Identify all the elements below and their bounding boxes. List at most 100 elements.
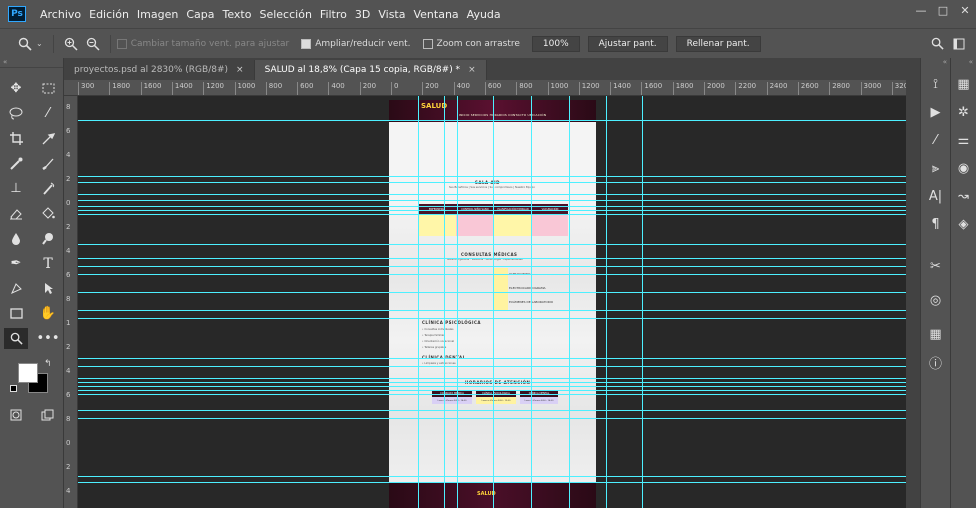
paragraph-panel-icon[interactable]: ¶ — [921, 210, 950, 238]
blur-tool-icon[interactable] — [0, 226, 32, 251]
horizontal-guide[interactable] — [78, 244, 906, 245]
swatches-icon[interactable]: ▦ — [951, 70, 976, 98]
rectangle-tool-icon[interactable] — [0, 301, 32, 326]
menu-edicion[interactable]: Edición — [89, 8, 129, 21]
libraries-icon[interactable]: ◎ — [921, 286, 950, 314]
search-icon[interactable] — [926, 33, 948, 55]
resize-windows-checkbox[interactable] — [116, 38, 127, 49]
swap-colors-icon[interactable]: ↰ — [44, 359, 52, 369]
zoom-all-checkbox[interactable] — [301, 38, 312, 49]
vertical-guide[interactable] — [457, 96, 458, 508]
clone-stamp-tool-icon[interactable]: ⊥ — [0, 176, 32, 201]
close-tab-icon[interactable]: × — [468, 65, 476, 75]
horizontal-guide[interactable] — [78, 206, 906, 207]
horizontal-guide[interactable] — [78, 176, 906, 177]
close-button[interactable]: ✕ — [954, 0, 976, 20]
close-tab-icon[interactable]: × — [236, 65, 244, 75]
horizontal-guide[interactable] — [78, 390, 906, 391]
styles-icon[interactable]: ✲ — [951, 98, 976, 126]
info-icon[interactable]: ⓘ — [921, 348, 950, 376]
brush-settings-icon[interactable]: ⁄ — [921, 126, 950, 154]
horizontal-guide[interactable] — [78, 210, 906, 211]
horizontal-guide[interactable] — [78, 410, 906, 411]
screen-mode-icon[interactable] — [32, 405, 64, 425]
fill-screen-button[interactable]: Rellenar pant. — [675, 35, 761, 52]
horizontal-guide[interactable] — [78, 318, 906, 319]
menu-vista[interactable]: Vista — [378, 8, 405, 21]
horizontal-ruler[interactable]: 300 1800 1600 1400 1200 1000 800 600 400 200 0 200 4… — [64, 80, 906, 96]
zoom-tool-icon[interactable] — [4, 328, 28, 349]
foreground-color-swatch[interactable] — [18, 363, 38, 383]
zoom-in-icon[interactable] — [60, 33, 82, 55]
horizontal-guide[interactable] — [78, 366, 906, 367]
horizontal-guide[interactable] — [78, 358, 906, 359]
menu-seleccion[interactable]: Selección — [259, 8, 311, 21]
quick-selection-tool-icon[interactable]: ⁄ — [32, 101, 64, 126]
horizontal-guide[interactable] — [78, 382, 906, 383]
zoom-100-button[interactable]: 100% — [531, 35, 580, 52]
horizontal-guide[interactable] — [78, 120, 906, 121]
minimize-button[interactable]: — — [910, 0, 932, 20]
vertical-guide[interactable] — [444, 96, 445, 508]
history-panel-icon[interactable]: ⟟ — [921, 70, 950, 98]
pen-tool-icon[interactable]: ✒ — [0, 251, 32, 276]
crop-tool-icon[interactable] — [0, 126, 32, 151]
horizontal-guide[interactable] — [78, 378, 906, 379]
horizontal-guide[interactable] — [78, 274, 906, 275]
vertical-guide[interactable] — [642, 96, 643, 508]
brush-tool-icon[interactable] — [32, 151, 64, 176]
menu-filtro[interactable]: Filtro — [320, 8, 347, 21]
color-icon[interactable]: ◉ — [951, 154, 976, 182]
tab-proyectos[interactable]: proyectos.psd al 2830% (RGB/8#) × — [64, 60, 255, 80]
fit-screen-button[interactable]: Ajustar pant. — [587, 35, 668, 52]
paths-icon[interactable]: ↝ — [951, 182, 976, 210]
eraser-tool-icon[interactable] — [0, 201, 32, 226]
character-panel-icon[interactable]: A| — [921, 182, 950, 210]
horizontal-guide[interactable] — [78, 200, 906, 201]
actions-play-icon[interactable]: ▶ — [921, 98, 950, 126]
canvas-area[interactable]: SALUD INICIO SERVICIOS HORARIOS CONTACTO… — [78, 96, 906, 508]
horizontal-guide[interactable] — [78, 194, 906, 195]
vertical-guide[interactable] — [531, 96, 532, 508]
move-tool-icon[interactable]: ✥ — [0, 76, 32, 101]
horizontal-guide[interactable] — [78, 476, 906, 477]
horizontal-guide[interactable] — [78, 266, 906, 267]
horizontal-guide[interactable] — [78, 258, 906, 259]
workspace-icon[interactable] — [948, 33, 970, 55]
history-brush-tool-icon[interactable] — [32, 176, 64, 201]
vertical-guide[interactable] — [606, 96, 607, 508]
vertical-ruler[interactable]: 8 6 4 2 0 2 4 6 8 1 2 4 6 8 0 2 4 — [64, 96, 78, 508]
horizontal-guide[interactable] — [78, 310, 906, 311]
maximize-button[interactable]: □ — [932, 0, 954, 20]
direct-selection-tool-icon[interactable] — [32, 276, 64, 301]
adjust-icon[interactable]: ⫸ — [921, 154, 950, 182]
scrubby-zoom-checkbox[interactable] — [422, 38, 433, 49]
adjustments-icon[interactable]: ⚌ — [951, 126, 976, 154]
menu-capa[interactable]: Capa — [186, 8, 214, 21]
tool-preset-chevron-icon[interactable]: ⌄ — [36, 39, 43, 48]
eyedropper-tool-icon[interactable] — [32, 126, 64, 151]
tools-preset-icon[interactable]: ✂ — [921, 252, 950, 280]
toolbar-collapse-icon[interactable]: « — [0, 58, 63, 68]
properties-icon[interactable]: ▦ — [921, 320, 950, 348]
horizontal-guide[interactable] — [78, 214, 906, 215]
menu-archivo[interactable]: Archivo — [40, 8, 81, 21]
healing-brush-tool-icon[interactable] — [0, 151, 32, 176]
marquee-tool-icon[interactable] — [32, 76, 64, 101]
vertical-guide[interactable] — [569, 96, 570, 508]
vertical-guide[interactable] — [418, 96, 419, 508]
default-colors-icon[interactable] — [10, 385, 17, 392]
type-tool-icon[interactable]: T — [32, 251, 64, 276]
menu-imagen[interactable]: Imagen — [137, 8, 178, 21]
horizontal-guide[interactable] — [78, 292, 906, 293]
horizontal-guide[interactable] — [78, 394, 906, 395]
menu-3d[interactable]: 3D — [355, 8, 370, 21]
hand-tool-icon[interactable]: ✋ — [32, 301, 64, 326]
horizontal-guide[interactable] — [78, 386, 906, 387]
path-selection-tool-icon[interactable] — [0, 276, 32, 301]
vertical-guide[interactable] — [493, 96, 494, 508]
horizontal-guide[interactable] — [78, 482, 906, 483]
layers-icon[interactable]: ◈ — [951, 210, 976, 238]
horizontal-guide[interactable] — [78, 418, 906, 419]
zoom-out-icon[interactable] — [82, 33, 104, 55]
